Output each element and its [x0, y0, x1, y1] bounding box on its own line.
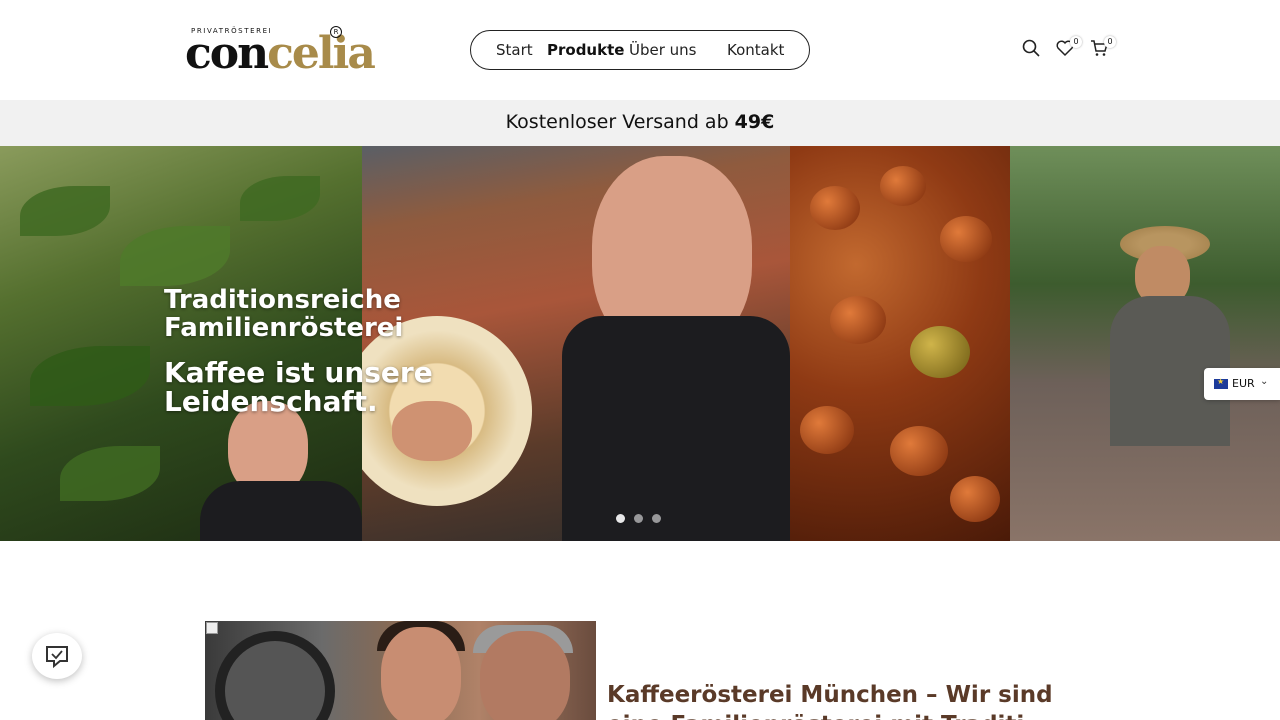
chat-button[interactable]	[32, 633, 82, 679]
eu-flag-icon	[1214, 377, 1228, 389]
hero-image-farmer	[1010, 146, 1280, 541]
currency-selector[interactable]: EUR ⌄	[1204, 368, 1280, 400]
hero-image-drying-beds	[362, 146, 790, 541]
registered-mark: R	[330, 26, 342, 38]
announcement-bar: Kostenloser Versand ab 49€	[0, 100, 1280, 146]
image-placeholder-icon	[206, 622, 218, 634]
slider-dot-3[interactable]	[652, 514, 661, 523]
hero-slider[interactable]: Traditionsreiche Familienrösterei Kaffee…	[0, 146, 1280, 541]
hero-image-coffee-plants	[0, 146, 362, 541]
search-icon[interactable]	[1021, 38, 1043, 60]
site-header: PRIVATRÖSTEREI concelia R Start Produkte…	[0, 0, 1280, 100]
nav-start[interactable]: Start	[496, 41, 533, 59]
slider-dot-1[interactable]	[616, 514, 625, 523]
chat-icon	[46, 646, 68, 669]
cart-count-badge: 0	[1104, 36, 1116, 48]
nav-produkte[interactable]: Produkte	[547, 41, 624, 59]
wishlist-count-badge: 0	[1070, 36, 1082, 48]
nav-ueber-uns[interactable]: Über uns	[629, 41, 697, 59]
slider-dot-2[interactable]	[634, 514, 643, 523]
about-image	[205, 621, 596, 720]
chevron-down-icon: ⌄	[1260, 376, 1269, 387]
about-title: Kaffeerösterei München – Wir sind eine F…	[607, 682, 1053, 720]
nav-kontakt[interactable]: Kontakt	[727, 41, 784, 59]
hero-subheading: Kaffee ist unsere Leidenschaft.	[164, 356, 433, 418]
hero-image-coffee-cherries	[790, 146, 1010, 541]
main-nav: Start Produkte Über uns Kontakt	[470, 30, 810, 70]
logo[interactable]: PRIVATRÖSTEREI concelia R	[185, 24, 376, 80]
currency-code: EUR	[1232, 377, 1255, 390]
announcement-text: Kostenloser Versand ab 49€	[505, 111, 775, 133]
hero-heading: Traditionsreiche Familienrösterei	[164, 285, 404, 343]
logo-wordmark: concelia	[185, 28, 376, 79]
